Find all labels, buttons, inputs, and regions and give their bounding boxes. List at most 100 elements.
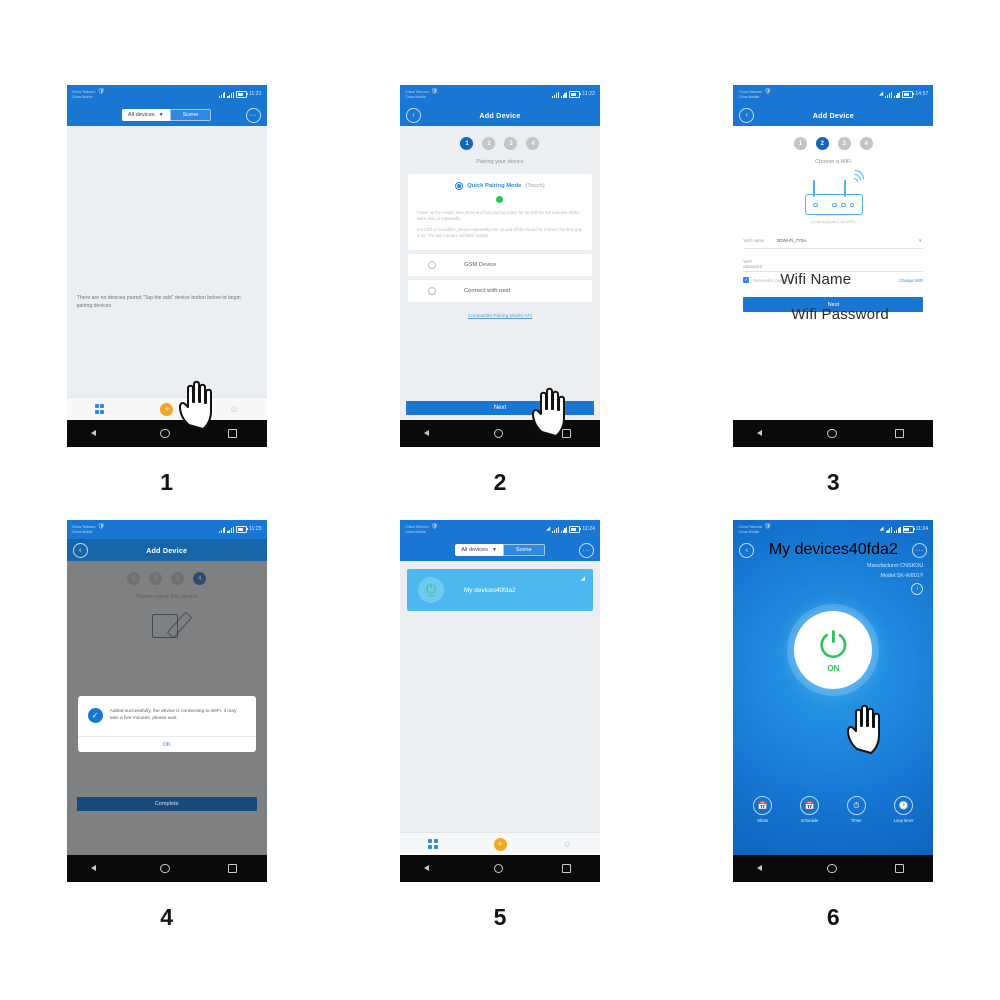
step-6-caption: 6: [826, 904, 840, 930]
main-power-toggle[interactable]: ⏻ ON: [794, 611, 873, 689]
nav-devices-button[interactable]: [428, 839, 438, 849]
status-bar: China Telecom 🛡 China Mobile ◢ 14:57: [733, 85, 934, 104]
info-icon[interactable]: i: [911, 583, 924, 595]
carrier-info: China Telecom 🛡 China Mobile: [72, 89, 105, 99]
android-nav-bar: [733, 420, 934, 447]
back-icon[interactable]: ‹: [739, 542, 755, 558]
dialog-ok-button[interactable]: OK: [77, 736, 256, 752]
scene-tab[interactable]: Scene: [502, 544, 545, 556]
all-devices-dropdown[interactable]: All devices ▼: [121, 109, 170, 121]
phone-6: China Telecom 🛡 China Mobile ◢ 11:24 ‹ M…: [733, 520, 934, 882]
signal-2-icon: [893, 91, 901, 98]
share-calendar-icon: 📅: [753, 796, 773, 815]
android-home-icon[interactable]: [827, 863, 837, 874]
carrier-info: China Telecom 🛡 China Mobile: [738, 89, 771, 99]
page-title: Add Device: [479, 110, 521, 120]
more-options-icon[interactable]: ···: [912, 542, 928, 558]
android-home-icon[interactable]: [160, 863, 170, 874]
quick-pairing-label: Quick Pairing Mode: [467, 183, 522, 189]
step-2-cell: China Telecom 🛡 China Mobile 11:22 ‹ Add …: [333, 0, 666, 500]
android-back-icon[interactable]: [90, 430, 102, 438]
nav-profile-button[interactable]: ☺: [563, 839, 572, 849]
action-timer-label: Timer: [851, 818, 862, 823]
wifi-name-row[interactable]: WiFi name 3GWi-Fi_770A ▾: [743, 233, 924, 249]
chevron-down-icon[interactable]: ▾: [919, 238, 922, 244]
quick-pairing-card[interactable]: Quick Pairing Mode (Touch) Power up the …: [407, 174, 592, 250]
complete-button[interactable]: Complete: [76, 797, 257, 811]
filter-segment[interactable]: All devices ▼ Scene: [121, 109, 212, 121]
home-toolbar: All devices ▼ Scene ···: [399, 539, 600, 561]
android-back-icon[interactable]: [424, 865, 435, 873]
more-options-icon[interactable]: ···: [578, 542, 594, 558]
status-icons: ◢ 11:24: [546, 526, 595, 533]
wifi-icon: ◢: [879, 90, 884, 97]
android-home-icon[interactable]: [493, 863, 504, 874]
android-back-icon[interactable]: [424, 430, 435, 438]
status-bar: China Telecom 🛡 China Mobile 11:22: [399, 85, 600, 104]
wifi-password-row[interactable]: WiFi password: [743, 256, 924, 272]
step-5-caption: 5: [493, 904, 507, 930]
android-recents-icon[interactable]: [561, 429, 571, 438]
app-bar: ‹ My devices40fda2 ···: [733, 539, 933, 561]
schedule-calendar-icon: 📅: [800, 796, 820, 815]
action-timer[interactable]: ⏱ Timer: [846, 796, 866, 823]
next-button[interactable]: Next: [405, 401, 594, 415]
compatible-pairing-link[interactable]: Compatible Pairing Mode( AP): [400, 314, 600, 319]
pairing-instructions: Power up the model, then press and hold …: [408, 203, 592, 240]
android-back-icon[interactable]: [757, 430, 769, 438]
scene-tab[interactable]: Scene: [169, 109, 212, 121]
add-device-button[interactable]: +: [160, 402, 174, 416]
phone-4-screen: China Telecom 🛡 China Mobile 11:23 ‹ Add …: [66, 520, 267, 855]
clock: 11:22: [582, 91, 595, 98]
android-recents-icon[interactable]: [228, 429, 238, 438]
clock: 11:21: [249, 91, 262, 98]
more-options-icon[interactable]: ···: [245, 107, 261, 123]
quick-pairing-sub: (Touch): [525, 183, 545, 189]
filter-segment[interactable]: All devices ▼ Scene: [455, 544, 545, 556]
step-indicator: 1 2 3 4: [733, 126, 933, 150]
option-connect-nest[interactable]: Connect with nest: [407, 279, 592, 302]
radio-unselected-icon[interactable]: [427, 260, 436, 269]
android-home-icon[interactable]: [160, 428, 170, 439]
add-device-button[interactable]: +: [493, 837, 507, 851]
android-back-icon[interactable]: [90, 865, 102, 873]
android-recents-icon[interactable]: [895, 864, 905, 873]
step-dot-3: 3: [504, 137, 518, 150]
radio-selected-icon[interactable]: [455, 182, 464, 190]
nav-devices-button[interactable]: [94, 404, 105, 414]
phone-5-body: ⏻ ON My devices40fda2 ◢ + ☺: [399, 561, 600, 855]
step-dot-2: 2: [482, 137, 496, 150]
action-loop-timer[interactable]: 🕑 Loop timer: [894, 796, 913, 823]
device-card[interactable]: ⏻ ON My devices40fda2 ◢: [406, 569, 593, 611]
radio-unselected-icon[interactable]: [427, 286, 436, 295]
android-recents-icon[interactable]: [895, 429, 905, 438]
instruction-2: For LED or humidifier, please repeatedly…: [416, 226, 582, 239]
android-back-icon[interactable]: [757, 865, 769, 873]
checkbox-checked-icon[interactable]: ✓: [743, 277, 750, 283]
option-gsm-device[interactable]: GSM Device: [407, 253, 592, 276]
android-recents-icon[interactable]: [561, 864, 571, 873]
home-toolbar: All devices ▼ Scene ···: [66, 104, 267, 126]
clock: 11:24: [582, 526, 595, 533]
power-icon: ⏻: [819, 625, 848, 665]
carrier-line-2: China Mobile: [404, 94, 426, 99]
android-recents-icon[interactable]: [228, 864, 238, 873]
android-nav-bar: [399, 420, 600, 447]
all-devices-label: All devices: [127, 112, 155, 118]
android-home-icon[interactable]: [493, 428, 504, 439]
android-home-icon[interactable]: [827, 428, 837, 439]
phone-5-screen: China Telecom 🛡 China Mobile ◢ 11:24 All…: [399, 520, 600, 855]
back-icon[interactable]: ‹: [739, 107, 755, 123]
nav-profile-button[interactable]: ☺: [229, 404, 238, 414]
action-share[interactable]: 📅 Share: [753, 796, 773, 823]
status-bar: China Telecom 🛡 China Mobile ◢ 11:24: [399, 520, 600, 539]
step-2-caption: 2: [493, 469, 507, 495]
all-devices-dropdown[interactable]: All devices ▼: [455, 544, 503, 556]
action-schedule[interactable]: 📅 Schedule: [800, 796, 820, 823]
signal-icon: [218, 526, 226, 533]
change-wifi-link[interactable]: Change WiFi: [899, 278, 923, 283]
back-icon[interactable]: ‹: [72, 542, 88, 558]
device-power-toggle[interactable]: ⏻ ON: [417, 577, 444, 603]
back-icon[interactable]: ‹: [405, 107, 421, 123]
device-wifi-icon: ◢: [580, 576, 585, 582]
